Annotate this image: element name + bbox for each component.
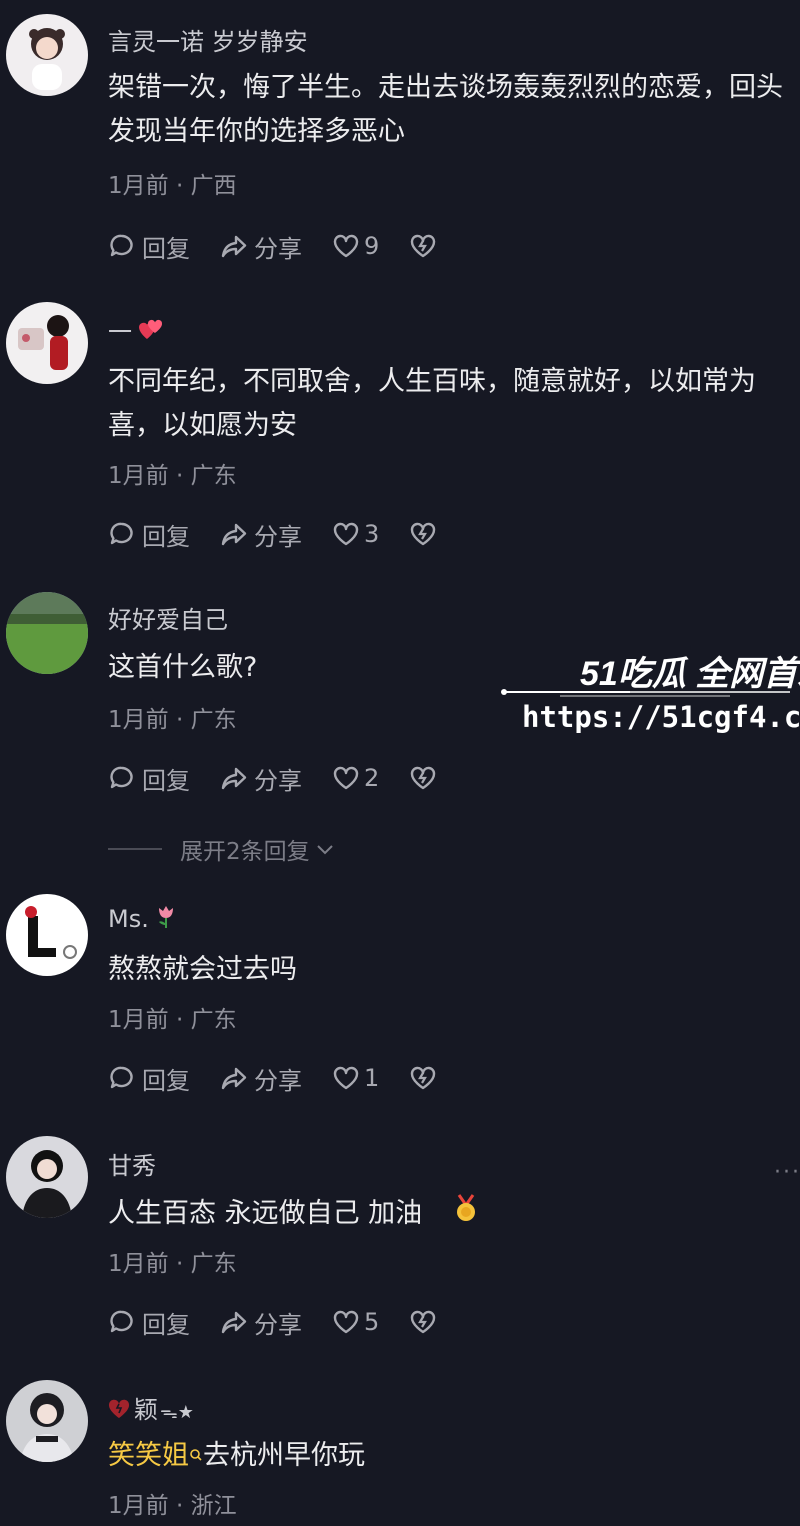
share-icon <box>221 767 247 790</box>
medal-emoji-icon <box>453 1193 479 1237</box>
more-options-button[interactable]: ··· <box>774 1160 800 1185</box>
username[interactable]: 颖 ᯓ★ <box>108 1390 194 1425</box>
comment-text: 人生百态 永远做自己 加油 <box>108 1192 798 1237</box>
reply-icon <box>110 1066 133 1089</box>
comment-text: 笑笑姐 去杭州早你玩 <box>108 1434 798 1478</box>
divider <box>108 848 162 850</box>
comment-actions: 回复 分享 1 <box>108 1060 443 1096</box>
avatar[interactable] <box>6 302 88 384</box>
comment-meta: 1月前 · 广东 <box>108 1007 237 1033</box>
share-icon <box>221 235 247 258</box>
like-count: 1 <box>364 1064 380 1092</box>
broken-heart-icon <box>411 1310 436 1334</box>
reply-icon <box>110 234 133 257</box>
comment-meta: 1月前 · 广东 <box>108 463 237 489</box>
dislike-button[interactable] <box>409 520 443 548</box>
comment-text: 架错一次，悔了半生。走出去谈场轰轰烈烈的恋爱，回头发现当年你的选择多恶心 <box>108 72 783 147</box>
watermark-brand: 51吃瓜 全网首发 <box>580 655 800 693</box>
dislike-button[interactable] <box>409 232 443 260</box>
tulip-emoji-icon <box>155 904 177 936</box>
share-label: 分享 <box>254 522 302 551</box>
like-count: 5 <box>364 1308 380 1336</box>
reply-button[interactable]: 回复 <box>108 517 190 552</box>
like-count: 2 <box>364 764 380 792</box>
heart-icon <box>333 234 359 258</box>
share-button[interactable]: 分享 <box>220 1061 302 1096</box>
share-label: 分享 <box>254 1066 302 1095</box>
heart-icon <box>333 522 359 546</box>
share-button[interactable]: 分享 <box>220 761 302 796</box>
comment-meta: 1月前 · 广东 <box>108 707 237 733</box>
reply-button[interactable]: 回复 <box>108 1305 190 1340</box>
share-label: 分享 <box>254 766 302 795</box>
avatar[interactable] <box>6 1380 88 1462</box>
like-button[interactable]: 2 <box>332 764 379 792</box>
reply-button[interactable]: 回复 <box>108 229 190 264</box>
comment-meta: 1月前 · 广西 <box>108 173 237 199</box>
share-icon <box>221 523 247 546</box>
like-count: 3 <box>364 520 380 548</box>
like-count: 9 <box>364 232 380 260</box>
watermark-url: https://51cgf4.com <box>522 700 800 734</box>
dislike-button[interactable] <box>409 1308 443 1336</box>
username[interactable]: Ms. <box>108 904 177 936</box>
comment-meta: 1月前 · 广东 <box>108 1251 237 1277</box>
reply-label: 回复 <box>142 522 190 551</box>
reply-label: 回复 <box>142 1310 190 1339</box>
avatar[interactable] <box>6 14 88 96</box>
comment-meta: 1月前 · 浙江 <box>108 1493 237 1519</box>
broken-heart-icon <box>411 522 436 546</box>
comment-text: 熬熬就会过去吗 <box>108 954 297 985</box>
reply-icon <box>110 522 133 545</box>
broken-heart-icon <box>411 766 436 790</box>
expand-replies-label: 展开2条回复 <box>180 839 310 865</box>
username[interactable]: 一 <box>108 312 164 347</box>
avatar[interactable] <box>6 1136 88 1218</box>
share-label: 分享 <box>254 234 302 263</box>
search-icon <box>189 1434 203 1478</box>
like-button[interactable]: 3 <box>332 520 379 548</box>
share-button[interactable]: 分享 <box>220 517 302 552</box>
reply-label: 回复 <box>142 1066 190 1095</box>
share-icon <box>221 1067 247 1090</box>
comment-actions: 回复 分享 3 <box>108 516 443 552</box>
reply-label: 回复 <box>142 234 190 263</box>
username[interactable]: 好好爱自己 <box>108 600 228 635</box>
dislike-button[interactable] <box>409 764 443 792</box>
username[interactable]: 甘秀 <box>108 1146 156 1181</box>
mention-link[interactable]: 笑笑姐 <box>108 1440 189 1471</box>
heart-icon <box>333 1310 359 1334</box>
heart-icon <box>333 1066 359 1090</box>
like-button[interactable]: 5 <box>332 1308 379 1336</box>
broken-heart-icon <box>411 1066 436 1090</box>
chevron-down-icon <box>316 845 333 855</box>
avatar[interactable] <box>6 592 88 674</box>
reply-button[interactable]: 回复 <box>108 1061 190 1096</box>
broken-heart-emoji-icon <box>108 1397 130 1425</box>
reply-button[interactable]: 回复 <box>108 761 190 796</box>
username[interactable]: 言灵一诺 岁岁静安 <box>108 22 308 57</box>
share-label: 分享 <box>254 1310 302 1339</box>
sparkle-decoration-icon: ᯓ★ <box>160 1402 194 1423</box>
reply-icon <box>110 1310 133 1333</box>
share-icon <box>221 1311 247 1334</box>
avatar[interactable] <box>6 894 88 976</box>
comment-text: 不同年纪，不同取舍，人生百味，随意就好，以如常为喜，以如愿为安 <box>108 366 756 441</box>
share-button[interactable]: 分享 <box>220 229 302 264</box>
like-button[interactable]: 9 <box>332 232 379 260</box>
reply-icon <box>110 766 133 789</box>
comment-actions: 回复 分享 2 <box>108 760 443 796</box>
reply-label: 回复 <box>142 766 190 795</box>
comment-actions: 回复 分享 5 <box>108 1304 443 1340</box>
dislike-button[interactable] <box>409 1064 443 1092</box>
heart-icon <box>333 766 359 790</box>
heart-emoji-icon <box>138 319 164 347</box>
comment-actions: 回复 分享 9 <box>108 228 443 264</box>
like-button[interactable]: 1 <box>332 1064 379 1092</box>
share-button[interactable]: 分享 <box>220 1305 302 1340</box>
broken-heart-icon <box>411 234 436 258</box>
expand-replies-button[interactable]: 展开2条回复 <box>108 832 336 866</box>
